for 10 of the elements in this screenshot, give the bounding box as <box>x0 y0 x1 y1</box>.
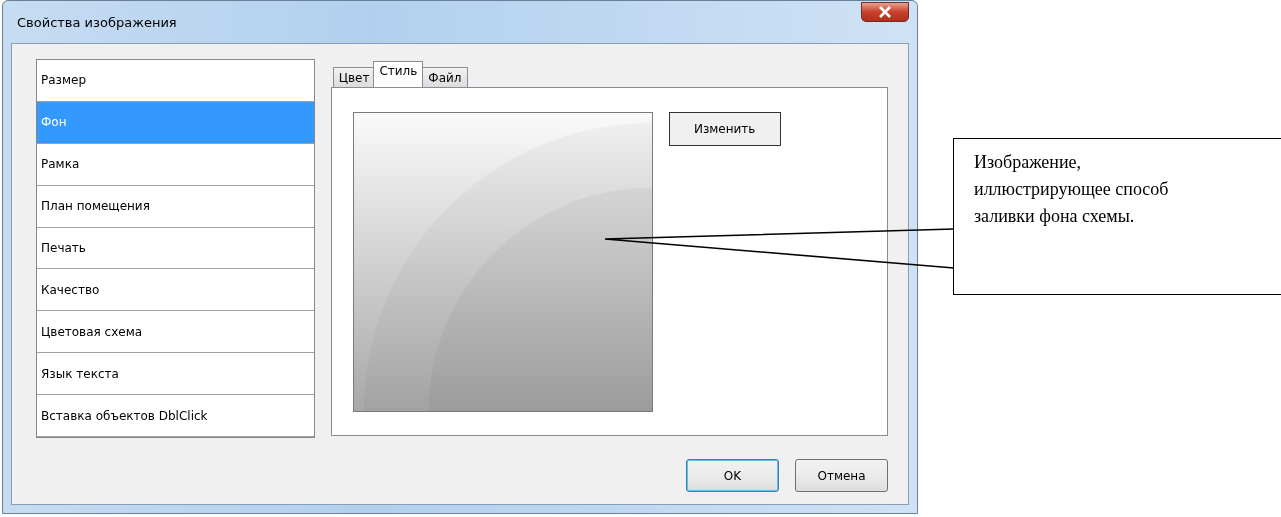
tab[interactable]: Стиль <box>373 61 424 87</box>
close-icon <box>878 6 892 18</box>
change-button[interactable]: Изменить <box>668 112 781 146</box>
dialog-button[interactable]: OK <box>686 459 779 492</box>
window-title: Свойства изображения <box>17 14 177 30</box>
close-button[interactable] <box>861 2 909 22</box>
tab[interactable]: Файл <box>422 67 468 87</box>
tab[interactable]: Цвет <box>332 67 376 87</box>
callout-text: Изображение, иллюстрирующее способ заливки фона схемы. <box>974 151 1170 228</box>
dialog-button[interactable]: Отмена <box>795 459 888 492</box>
